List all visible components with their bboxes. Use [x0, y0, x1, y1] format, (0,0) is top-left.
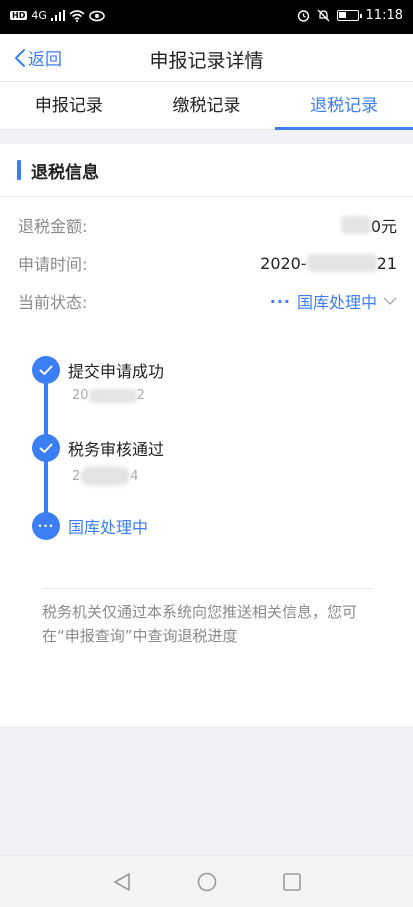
redacted-date	[306, 254, 377, 272]
tab-tax-refund-records[interactable]: 退税记录	[275, 82, 413, 130]
section-header: 退税信息	[0, 158, 99, 183]
check-icon	[32, 434, 60, 462]
redacted-amount	[340, 216, 371, 234]
date-suffix: 2	[136, 388, 145, 403]
timeline-step-date: 20 2	[72, 388, 145, 403]
nav-recent-icon[interactable]	[282, 872, 301, 891]
wifi-icon	[69, 9, 85, 22]
current-status-row: 当前状态: ··· 国库处理中	[18, 289, 397, 313]
notice-divider	[42, 588, 373, 589]
application-time-row: 申请时间: 2020- 21	[18, 251, 397, 275]
current-status-value: 国库处理中	[296, 293, 377, 312]
application-time-suffix: 21	[376, 253, 397, 273]
alarm-icon	[297, 10, 309, 22]
redacted-date	[88, 388, 137, 403]
date-suffix: 4	[130, 468, 139, 484]
status-left: HD 4G	[10, 9, 105, 22]
hd-badge: HD	[10, 11, 28, 20]
application-time-value: 2020- 21	[260, 254, 397, 273]
application-time-prefix: 2020-	[260, 253, 307, 273]
signal-icon	[50, 10, 65, 21]
eye-icon	[89, 10, 105, 21]
notice-text: 税务机关仅通过本系统向您推送相关信息，您可在“申报查询”中查询退税进度	[42, 603, 358, 645]
page-title: 申报记录详情	[149, 50, 264, 72]
timeline-step-date: 2 4	[72, 466, 139, 486]
nav-back-icon[interactable]	[113, 872, 131, 892]
date-prefix: 20	[72, 388, 89, 403]
tab-bar: 申报记录 缴税记录 退税记录	[0, 82, 413, 130]
divider	[0, 196, 413, 197]
tab-declaration-records[interactable]: 申报记录	[0, 82, 138, 129]
nav-bar: 返回 申报记录详情	[0, 34, 413, 82]
section-accent-bar	[17, 160, 21, 180]
application-time-label: 申请时间:	[18, 255, 88, 274]
refund-amount-value: 0元	[340, 213, 397, 237]
refund-detail-card: 退税信息 退税金额: 0元 申请时间: 2020- 21 当前状态: ··· 国…	[0, 144, 413, 726]
refund-amount-row: 退税金额: 0元	[18, 213, 397, 237]
redacted-date	[80, 466, 131, 486]
current-status-dropdown[interactable]: ··· 国库处理中	[270, 289, 397, 313]
battery-icon	[336, 10, 362, 21]
date-prefix: 2	[72, 468, 81, 484]
check-icon	[32, 356, 60, 384]
timeline-step-title: 国库处理中	[68, 518, 149, 537]
current-status-label: 当前状态:	[18, 293, 88, 312]
status-time: 11:18	[365, 8, 403, 23]
refund-amount-label: 退税金额:	[18, 217, 88, 236]
section-title: 退税信息	[31, 162, 99, 183]
timeline-step-title: 税务审核通过	[68, 440, 165, 459]
signal-type: 4G	[31, 9, 47, 22]
battery-fill	[338, 12, 346, 18]
nav-home-icon[interactable]	[197, 872, 217, 892]
mute-icon	[317, 9, 329, 22]
status-right: 11:18	[297, 8, 403, 23]
refund-amount-suffix: 0元	[370, 217, 397, 236]
timeline-step-title: 提交申请成功	[68, 362, 165, 381]
chevron-down-icon	[383, 296, 397, 305]
system-nav-bar	[0, 855, 413, 907]
more-dots-icon: ···	[269, 291, 291, 311]
more-dots-icon: ···	[32, 512, 60, 540]
tab-tax-payment-records[interactable]: 缴税记录	[138, 82, 276, 129]
status-bar: HD 4G 11:18	[0, 0, 413, 34]
